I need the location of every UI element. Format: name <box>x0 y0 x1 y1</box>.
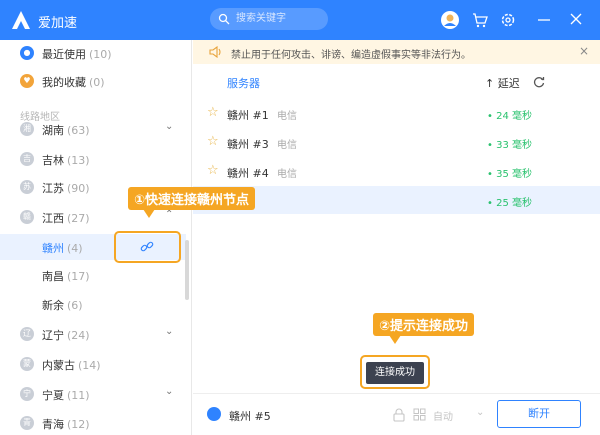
latency-value: • 24 毫秒 <box>487 111 532 122</box>
city-count: (4) <box>67 242 83 255</box>
chevron-up-icon: ⌃ <box>165 209 174 220</box>
city-count: (17) <box>67 270 90 283</box>
table-row[interactable]: ☆ 赣州 #3 电信 • 33 毫秒 <box>193 128 600 156</box>
sidebar-item-label: 最近使用 <box>42 48 86 61</box>
star-icon[interactable]: ☆ <box>207 105 219 120</box>
chevron-down-icon[interactable]: ⌄ <box>476 407 484 418</box>
region-count: (63) <box>67 124 90 137</box>
search-icon <box>218 13 230 25</box>
star-icon[interactable]: ☆ <box>207 134 219 149</box>
disconnect-button[interactable]: 断开 <box>497 400 581 428</box>
search-placeholder: 搜索关键字 <box>236 13 286 24</box>
table-row[interactable]: ☆ 赣州 #4 电信 • 35 毫秒 <box>193 157 600 185</box>
region-count: (13) <box>67 154 90 167</box>
region-label: 江西 <box>42 212 64 225</box>
chevron-down-icon: ⌄ <box>165 326 174 337</box>
latency-value: • 35 毫秒 <box>487 169 532 180</box>
close-icon[interactable] <box>570 13 582 25</box>
region-icon: 赣 <box>20 210 34 224</box>
annotation-highlight-toast <box>360 355 430 389</box>
node-icon <box>207 407 221 421</box>
region-label: 吉林 <box>42 154 64 167</box>
isp-tag: 电信 <box>277 169 297 180</box>
chevron-down-icon: ⌄ <box>165 386 174 397</box>
isp-tag: 电信 <box>277 140 297 151</box>
server-name: 赣州 #1 <box>227 109 269 122</box>
app-logo-icon <box>12 11 30 29</box>
region-icon: 吉 <box>20 152 34 166</box>
auto-mode-select[interactable]: 自动 <box>433 408 453 423</box>
annotation-pointer <box>143 209 155 218</box>
notice-banner: 禁止用于任何攻击、诽谤、编造虚假事实等非法行为。 × <box>193 40 600 64</box>
region-icon: 辽 <box>20 327 34 341</box>
city-label: 南昌 <box>42 270 64 283</box>
sidebar-item-favorites[interactable]: ♥ 我的收藏 (0) <box>0 68 186 94</box>
region-label: 湖南 <box>42 124 64 137</box>
region-label: 辽宁 <box>42 329 64 342</box>
app-title: 爱加速 <box>38 16 78 31</box>
sidebar-item-region[interactable]: 辽 辽宁 (24) ⌄ <box>0 321 186 347</box>
avatar-icon[interactable] <box>440 10 460 30</box>
notice-text: 禁止用于任何攻击、诽谤、编造虚假事实等非法行为。 <box>231 50 471 61</box>
sidebar-scrollbar[interactable] <box>185 240 189 300</box>
sidebar-item-region[interactable]: 青 青海 (12) <box>0 410 186 435</box>
region-icon: 青 <box>20 416 34 430</box>
column-header-latency[interactable]: ↑ 延迟 <box>485 75 520 91</box>
search-input[interactable]: 搜索关键字 <box>210 8 328 30</box>
chevron-down-icon: ⌄ <box>165 121 174 132</box>
region-label: 江苏 <box>42 182 64 195</box>
heart-icon: ♥ <box>20 74 34 88</box>
star-icon[interactable]: ☆ <box>207 163 219 178</box>
minimize-icon[interactable] <box>538 18 550 22</box>
sidebar-item-count: (0) <box>89 76 105 89</box>
region-label: 内蒙古 <box>42 359 75 372</box>
region-count: (11) <box>67 389 90 402</box>
column-header-server[interactable]: 服务器 <box>227 75 260 91</box>
latency-value: • 25 毫秒 <box>487 198 532 209</box>
region-count: (90) <box>67 182 90 195</box>
speaker-icon <box>209 46 221 58</box>
region-icon: 蒙 <box>20 357 34 371</box>
region-count: (24) <box>67 329 90 342</box>
sidebar-item-city[interactable]: 南昌 (17) <box>0 262 186 288</box>
sidebar-item-count: (10) <box>89 48 112 61</box>
refresh-icon[interactable] <box>533 76 545 88</box>
clock-icon: ● <box>20 46 34 60</box>
sidebar-item-region[interactable]: 吉 吉林 (13) <box>0 146 186 172</box>
latency-value: • 33 毫秒 <box>487 140 532 151</box>
region-count: (27) <box>67 212 90 225</box>
region-icon: 湘 <box>20 122 34 136</box>
table-row[interactable]: ☆ 赣州 #1 电信 • 24 毫秒 <box>193 99 600 127</box>
lock-icon[interactable] <box>393 408 405 422</box>
connection-bar: 赣州 #5 自动 ⌄ 断开 <box>193 393 600 435</box>
server-name: 赣州 #4 <box>227 167 269 180</box>
sidebar-item-recent[interactable]: ● 最近使用 (10) <box>0 40 186 66</box>
region-label: 青海 <box>42 418 64 431</box>
region-icon: 苏 <box>20 180 34 194</box>
notice-close-icon[interactable]: × <box>579 44 589 58</box>
region-count: (14) <box>78 359 101 372</box>
region-icon: 宁 <box>20 387 34 401</box>
sidebar-item-region[interactable]: 蒙 内蒙古 (14) <box>0 351 186 377</box>
city-label: 赣州 <box>42 242 64 255</box>
region-label: 宁夏 <box>42 389 64 402</box>
settings-icon[interactable] <box>500 12 516 28</box>
city-count: (6) <box>67 299 83 312</box>
sidebar-item-city[interactable]: 新余 (6) <box>0 291 186 317</box>
annotation-pointer <box>389 335 401 344</box>
server-name: 赣州 #3 <box>227 138 269 151</box>
sidebar-item-region[interactable]: 宁 宁夏 (11) ⌄ <box>0 381 186 407</box>
isp-tag: 电信 <box>277 111 297 122</box>
grid-icon[interactable] <box>413 408 426 421</box>
region-count: (12) <box>67 418 90 431</box>
sidebar-item-region[interactable]: 湘 湖南 (63) ⌄ <box>0 116 186 142</box>
annotation-step1: ①快速连接赣州节点 <box>128 187 256 210</box>
city-label: 新余 <box>42 299 64 312</box>
annotation-step2: ②提示连接成功 <box>373 313 475 336</box>
sidebar-item-label: 我的收藏 <box>42 76 86 89</box>
annotation-highlight-link <box>114 231 181 263</box>
connected-node: 赣州 #5 <box>229 410 271 423</box>
cart-icon[interactable] <box>472 12 488 28</box>
title-bar: 爱加速 搜索关键字 <box>0 0 600 40</box>
